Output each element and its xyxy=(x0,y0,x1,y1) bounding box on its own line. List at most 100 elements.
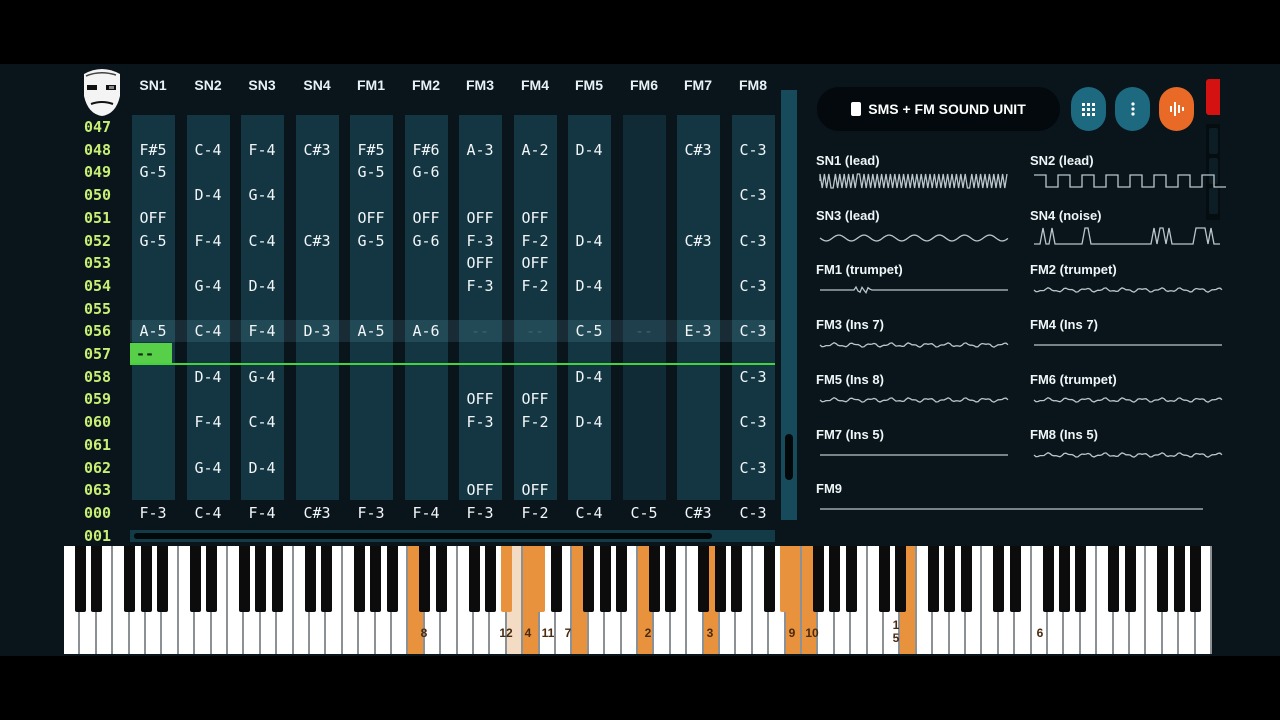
black-key[interactable] xyxy=(189,546,201,612)
note-cell[interactable]: C-3 xyxy=(726,184,780,206)
note-cell[interactable]: F#5 xyxy=(344,139,398,161)
note-cell[interactable]: -- xyxy=(617,320,671,342)
note-cell[interactable]: A-6 xyxy=(399,320,453,342)
black-key[interactable] xyxy=(74,546,86,612)
note-cell[interactable]: G-6 xyxy=(399,230,453,252)
horizontal-scroll-thumb[interactable] xyxy=(134,533,712,539)
black-key[interactable] xyxy=(320,546,332,612)
note-cell[interactable]: C-3 xyxy=(726,320,780,342)
note-cell[interactable]: G-4 xyxy=(181,275,235,297)
note-cell[interactable]: C-3 xyxy=(726,411,780,433)
black-key[interactable] xyxy=(648,546,660,612)
sound-unit-selector[interactable]: SMS + FM SOUND UNIT xyxy=(817,87,1060,131)
note-cell[interactable]: D-4 xyxy=(562,275,616,297)
note-cell[interactable]: G-4 xyxy=(181,457,235,479)
instrument-label[interactable]: SN1 (lead) xyxy=(816,153,880,168)
channel-header-sn4[interactable]: SN4 xyxy=(290,77,344,93)
note-cell[interactable]: F-3 xyxy=(453,230,507,252)
note-cell[interactable]: D-4 xyxy=(235,275,289,297)
black-key[interactable] xyxy=(1058,546,1070,612)
instrument-label[interactable]: FM7 (Ins 5) xyxy=(816,427,884,442)
black-key[interactable] xyxy=(1108,546,1120,612)
black-key[interactable] xyxy=(419,546,431,612)
note-cell[interactable]: C-4 xyxy=(562,502,616,524)
instrument-label[interactable]: FM9 xyxy=(816,481,842,496)
channel-header-fm3[interactable]: FM3 xyxy=(453,77,507,93)
black-key[interactable] xyxy=(501,546,513,612)
note-cell[interactable]: F-2 xyxy=(508,502,562,524)
note-cell[interactable]: C#3 xyxy=(290,502,344,524)
black-key[interactable] xyxy=(1157,546,1169,612)
note-cell[interactable]: C-5 xyxy=(562,320,616,342)
instrument-label[interactable]: FM6 (trumpet) xyxy=(1030,372,1117,387)
instrument-label[interactable]: FM1 (trumpet) xyxy=(816,262,903,277)
black-key[interactable] xyxy=(271,546,283,612)
note-cell[interactable]: C#3 xyxy=(671,502,725,524)
more-menu-button[interactable] xyxy=(1115,87,1150,131)
note-cell[interactable]: C-3 xyxy=(726,502,780,524)
note-cell[interactable]: F#6 xyxy=(399,139,453,161)
black-key[interactable] xyxy=(435,546,447,612)
note-cell[interactable]: D-4 xyxy=(181,366,235,388)
note-cell[interactable]: OFF xyxy=(453,252,507,274)
black-key[interactable] xyxy=(894,546,906,612)
note-cell[interactable]: A-5 xyxy=(126,320,180,342)
black-key[interactable] xyxy=(829,546,841,612)
black-key[interactable] xyxy=(730,546,742,612)
note-cell[interactable]: D-3 xyxy=(290,320,344,342)
piano-keyboard[interactable]: 8 12 4 11 7 2 3 9 10 1 5 6 xyxy=(64,546,1214,656)
note-cell[interactable]: F-3 xyxy=(453,275,507,297)
note-cell[interactable]: -- xyxy=(453,320,507,342)
black-key[interactable] xyxy=(484,546,496,612)
black-key[interactable] xyxy=(780,546,792,612)
note-cell[interactable]: A-2 xyxy=(508,139,562,161)
note-cell[interactable]: G-4 xyxy=(235,184,289,206)
black-key[interactable] xyxy=(812,546,824,612)
note-cell[interactable]: OFF xyxy=(508,207,562,229)
black-key[interactable] xyxy=(1124,546,1136,612)
note-cell[interactable]: D-4 xyxy=(235,457,289,479)
black-key[interactable] xyxy=(140,546,152,612)
black-key[interactable] xyxy=(304,546,316,612)
channel-header-fm8[interactable]: FM8 xyxy=(726,77,780,93)
note-cell[interactable]: OFF xyxy=(453,388,507,410)
note-cell[interactable]: D-4 xyxy=(562,139,616,161)
instrument-label[interactable]: SN2 (lead) xyxy=(1030,153,1094,168)
black-key[interactable] xyxy=(1009,546,1021,612)
note-cell[interactable]: F-4 xyxy=(235,502,289,524)
note-cell[interactable]: D-4 xyxy=(562,366,616,388)
note-cell[interactable]: C#3 xyxy=(671,139,725,161)
black-key[interactable] xyxy=(91,546,103,612)
black-key[interactable] xyxy=(878,546,890,612)
note-cell[interactable]: C-3 xyxy=(726,366,780,388)
channel-header-fm5[interactable]: FM5 xyxy=(562,77,616,93)
black-key[interactable] xyxy=(583,546,595,612)
note-cell[interactable]: C-5 xyxy=(617,502,671,524)
note-cell[interactable]: OFF xyxy=(399,207,453,229)
note-cell[interactable]: F-3 xyxy=(453,411,507,433)
note-cell[interactable]: F-2 xyxy=(508,275,562,297)
vertical-scroll-thumb[interactable] xyxy=(785,434,793,480)
instrument-label[interactable]: FM5 (Ins 8) xyxy=(816,372,884,387)
note-cell[interactable]: G-6 xyxy=(399,161,453,183)
black-key[interactable] xyxy=(698,546,710,612)
channel-header-sn3[interactable]: SN3 xyxy=(235,77,289,93)
note-cell[interactable]: F-4 xyxy=(181,411,235,433)
black-key[interactable] xyxy=(386,546,398,612)
note-cell[interactable]: F-3 xyxy=(453,502,507,524)
note-cell[interactable]: F-4 xyxy=(181,230,235,252)
note-cell[interactable]: OFF xyxy=(508,479,562,501)
note-cell[interactable]: OFF xyxy=(344,207,398,229)
black-key[interactable] xyxy=(927,546,939,612)
black-key[interactable] xyxy=(1173,546,1185,612)
note-cell[interactable]: F-3 xyxy=(126,502,180,524)
note-cell[interactable]: C-4 xyxy=(181,139,235,161)
note-cell[interactable]: C#3 xyxy=(671,230,725,252)
black-key[interactable] xyxy=(534,546,546,612)
note-cell[interactable]: OFF xyxy=(508,388,562,410)
black-key[interactable] xyxy=(156,546,168,612)
note-cell[interactable]: C-3 xyxy=(726,230,780,252)
note-cell[interactable]: F-4 xyxy=(235,139,289,161)
black-key[interactable] xyxy=(714,546,726,612)
black-key[interactable] xyxy=(616,546,628,612)
